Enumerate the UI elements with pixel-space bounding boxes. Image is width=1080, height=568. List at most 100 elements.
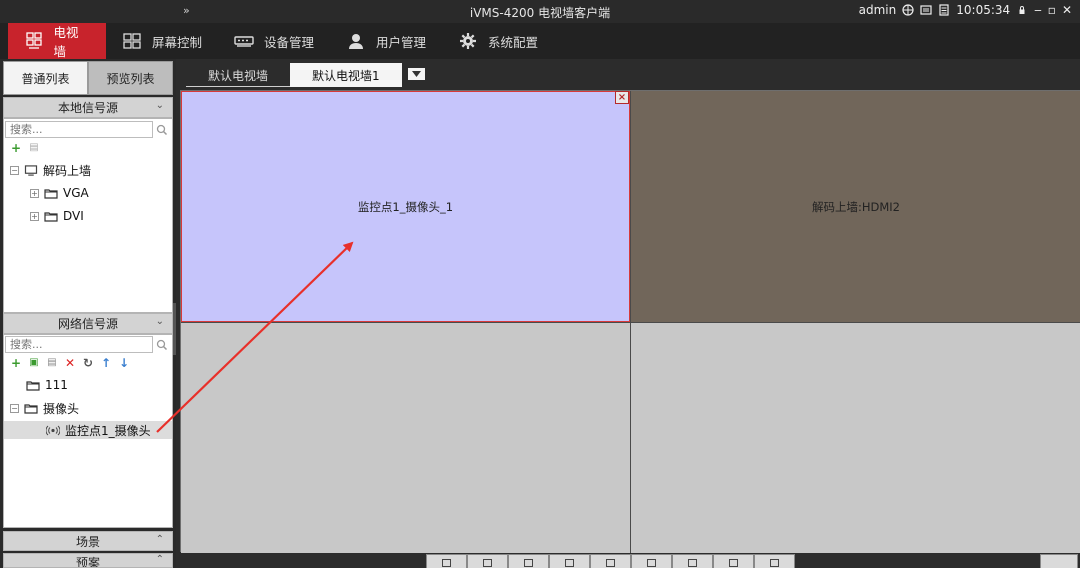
add-icon[interactable]: + (9, 356, 23, 370)
local-search-input[interactable] (5, 121, 153, 138)
video-wall-icon (24, 31, 43, 51)
nav-label: 电视墙 (53, 25, 79, 59)
list-tabs: 普通列表 预览列表 (3, 61, 173, 95)
toolbar-button-6[interactable] (631, 554, 672, 568)
search-icon[interactable] (153, 121, 171, 138)
tree-label: 解码上墙 (43, 163, 92, 178)
chevron-down-icon[interactable]: ⌄ (156, 316, 164, 327)
toolbar-button-5[interactable] (590, 554, 631, 568)
local-search (5, 121, 171, 139)
tab-preview-list[interactable]: 预览列表 (88, 61, 173, 95)
lock-icon[interactable] (1016, 4, 1028, 16)
username[interactable]: admin (859, 3, 897, 17)
section-title: 本地信号源 (57, 101, 118, 115)
calculator-icon[interactable] (938, 4, 950, 16)
tree-node-vga[interactable]: + VGA (30, 184, 89, 202)
cell-label: 监控点1_摄像头_1 (357, 199, 454, 214)
wall-cell-4[interactable] (631, 322, 1080, 553)
copy-icon[interactable]: ▤ (45, 356, 59, 370)
network-source-header[interactable]: 网络信号源 ⌄ (3, 313, 173, 334)
wall-tabs: 默认电视墙 默认电视墙1 (186, 63, 425, 87)
tree-node-dvi[interactable]: + DVI (30, 207, 84, 225)
close-button[interactable]: ✕ (1062, 3, 1072, 17)
toolbar-button-8[interactable] (713, 554, 754, 568)
keyboard-icon[interactable] (920, 4, 932, 16)
window-icon (442, 559, 451, 567)
search-icon[interactable] (153, 336, 171, 353)
nav-label: 设备管理 (264, 34, 315, 50)
grid-divider-horizontal (181, 322, 1080, 323)
wall-area: 默认电视墙 默认电视墙1 监控点1_摄像头_1 解码上墙:HDMI2 × (176, 59, 1080, 568)
local-source-header[interactable]: 本地信号源 ⌄ (3, 97, 173, 118)
section-title: 预案 (75, 556, 100, 568)
section-title: 网络信号源 (57, 317, 118, 331)
folder-icon (44, 188, 58, 199)
nav-label: 系统配置 (488, 34, 539, 50)
toolbar-button-4[interactable] (549, 554, 590, 568)
expand-icon[interactable]: + (30, 211, 39, 221)
refresh-icon[interactable]: ↻ (81, 356, 95, 370)
tab-default-wall-1[interactable]: 默认电视墙1 (290, 63, 402, 87)
network-search-input[interactable] (5, 336, 153, 353)
triangle-down-icon (411, 71, 421, 77)
move-down-icon[interactable]: ↓ (117, 356, 131, 370)
network-toolbar: + ▣ ▤ ✕ ↻ ↑ ↓ (9, 356, 131, 370)
toolbar-button-1[interactable] (426, 554, 467, 568)
collapse-icon[interactable]: − (10, 403, 19, 413)
chevron-up-icon[interactable]: ⌃ (156, 534, 164, 545)
close-window-icon[interactable]: × (615, 91, 629, 104)
toolbar-button-9[interactable] (754, 554, 795, 568)
minimize-button[interactable]: ‒ (1034, 3, 1042, 17)
wall-cell-2[interactable]: 解码上墙:HDMI2 (631, 91, 1080, 322)
user-icon (346, 31, 366, 51)
tab-normal-list[interactable]: 普通列表 (3, 61, 88, 95)
video-wall-grid: 监控点1_摄像头_1 解码上墙:HDMI2 × (180, 90, 1080, 553)
monitor-icon (24, 164, 38, 176)
window-icon (565, 559, 574, 567)
nav-video-wall[interactable]: 电视墙 (8, 23, 106, 59)
toolbar-button-7[interactable] (672, 554, 713, 568)
nav-system-config[interactable]: 系统配置 (442, 23, 554, 59)
tree-node-camera-1[interactable]: 监控点1_摄像头 (4, 421, 172, 439)
globe-icon[interactable] (902, 4, 914, 16)
toolbar-button-2[interactable] (467, 554, 508, 568)
delete-icon[interactable]: ✕ (63, 356, 77, 370)
tab-dropdown-button[interactable] (407, 68, 425, 80)
chevron-down-icon[interactable]: ⌄ (156, 100, 164, 111)
local-toolbar: + ▤ (9, 141, 41, 155)
toolbar-button-right[interactable] (1040, 554, 1078, 568)
tree-node-decode[interactable]: − 解码上墙 (10, 161, 91, 179)
folder-icon (26, 380, 40, 391)
move-up-icon[interactable]: ↑ (99, 356, 113, 370)
tree-node-111[interactable]: 111 (26, 376, 68, 394)
tree-label: 111 (45, 378, 68, 392)
tab-default-wall[interactable]: 默认电视墙 (186, 65, 291, 87)
plan-header[interactable]: 预案 ⌃ (3, 553, 173, 568)
scene-header[interactable]: 场景 ⌃ (3, 531, 173, 551)
folder-icon (44, 211, 58, 222)
nav-user-management[interactable]: 用户管理 (330, 23, 442, 59)
chevron-up-icon[interactable]: ⌃ (156, 554, 164, 565)
nav-screen-control[interactable]: 屏幕控制 (106, 23, 218, 59)
titlebar-right: admin 10:05:34 ‒ ▫ ✕ (859, 3, 1072, 17)
collapse-icon[interactable]: − (10, 165, 19, 175)
wall-toolbar (426, 554, 795, 568)
maximize-button[interactable]: ▫ (1048, 3, 1056, 17)
local-source-panel: + ▤ − 解码上墙 + VGA + DVI (3, 118, 173, 313)
import-icon[interactable]: ▣ (27, 356, 41, 370)
nav-device-management[interactable]: 设备管理 (218, 23, 330, 59)
network-source-panel: + ▣ ▤ ✕ ↻ ↑ ↓ 111 − 摄像头 监控点1_摄像头 (3, 334, 173, 528)
window-icon (524, 559, 533, 567)
screen-grid-icon (122, 31, 142, 51)
toolbar-button-3[interactable] (508, 554, 549, 568)
tree-label: 监控点1_摄像头 (65, 423, 151, 438)
wall-cell-1[interactable]: 监控点1_摄像头_1 (181, 91, 630, 322)
add-icon[interactable]: + (9, 141, 23, 155)
wall-cell-3[interactable] (181, 322, 630, 553)
tree-node-camera-folder[interactable]: − 摄像头 (10, 399, 79, 417)
tree-label: 摄像头 (43, 401, 80, 416)
copy-icon[interactable]: ▤ (27, 141, 41, 155)
nav-label: 屏幕控制 (152, 34, 203, 50)
expand-icon[interactable]: + (30, 188, 39, 198)
section-title: 场景 (75, 534, 100, 549)
